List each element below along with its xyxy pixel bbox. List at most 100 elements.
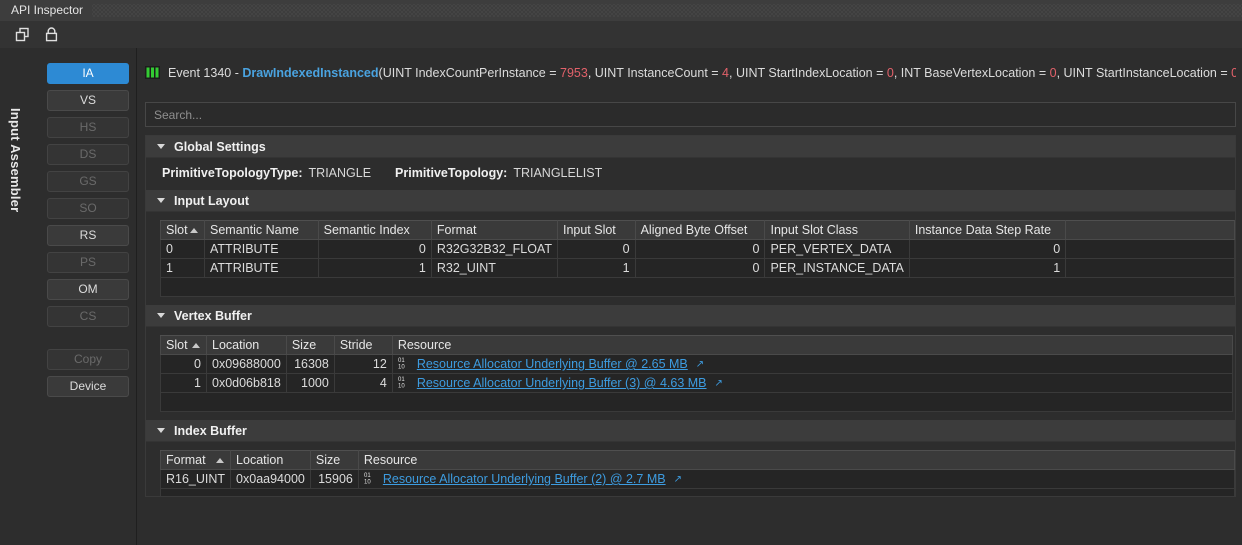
cell-stride: 4	[333, 373, 393, 393]
event-param-4: UINT StartInstanceLocation = 0	[1064, 66, 1236, 80]
param-value: 0	[1231, 65, 1236, 80]
svg-text:10: 10	[398, 384, 405, 389]
sidebar-item-ps: PS	[47, 252, 129, 273]
column-header-size[interactable]: Size	[309, 450, 359, 470]
search-input[interactable]	[145, 102, 1236, 127]
param-name: BaseVertexLocation	[924, 65, 1036, 80]
cell-location: 0x0aa94000	[230, 469, 311, 489]
table-row[interactable]: 1 ATTRIBUTE 1 R32_UINT 1 0 PER_INSTANCE_…	[159, 258, 1235, 278]
event-param-2: UINT StartIndexLocation = 0,	[736, 66, 901, 80]
cell-format: R16_UINT	[159, 469, 232, 489]
sidebar-item-om[interactable]: OM	[47, 279, 129, 300]
cell-resource: 01 10 Resource Allocator Underlying Buff…	[357, 469, 1235, 489]
param-eq: =	[1216, 65, 1232, 80]
section-title: Index Buffer	[174, 423, 247, 438]
cell-input-slot-class: PER_INSTANCE_DATA	[764, 258, 910, 278]
column-header-semantic-index[interactable]: Semantic Index	[317, 220, 432, 240]
table-row[interactable]: R16_UINT 0x0aa94000 15906 01 10 Resource…	[159, 469, 1235, 489]
table-row[interactable]: 1 0x0d06b818 1000 4 01 10 Resource Alloc…	[160, 373, 1233, 393]
cell-size: 1000	[285, 373, 335, 393]
external-link-icon[interactable]: ↗	[715, 378, 723, 389]
param-eq: =	[545, 65, 560, 80]
event-param-0: UINT IndexCountPerInstance = 7953,	[383, 66, 595, 80]
column-header-semantic-name[interactable]: Semantic Name	[204, 220, 319, 240]
section-body-input-layout: Slot Semantic Name Semantic Index Format…	[146, 212, 1235, 305]
section-header-vertex-buffer[interactable]: Vertex Buffer	[146, 305, 1235, 327]
table-row[interactable]: 0 ATTRIBUTE 0 R32G32B32_FLOAT 0 0 PER_VE…	[159, 239, 1235, 259]
index-buffer-table-wrap: Format Location Size Resource R16_UINT 0…	[146, 442, 1235, 496]
copy-button[interactable]	[12, 25, 32, 45]
section-header-input-layout[interactable]: Input Layout	[146, 190, 1235, 212]
cell-empty	[160, 488, 1235, 496]
titlebar-drag-grip[interactable]	[92, 4, 1242, 17]
primitive-topology-type-label: PrimitiveTopologyType:	[162, 166, 303, 180]
vertex-buffer-table: Slot Location Size Stride Resource 0 0x0…	[160, 335, 1233, 412]
param-name: InstanceCount	[627, 65, 708, 80]
cell-semantic-index: 1	[317, 258, 432, 278]
cell-format: R32_UINT	[430, 258, 558, 278]
column-header-filler[interactable]	[1065, 220, 1235, 240]
cell-slot: 0	[160, 354, 207, 374]
primitive-topology-label: PrimitiveTopology:	[395, 166, 508, 180]
cell-input-slot-class: PER_VERTEX_DATA	[764, 239, 910, 259]
column-header-format[interactable]: Format	[430, 220, 558, 240]
column-header-stride[interactable]: Stride	[333, 335, 393, 355]
svg-text:10: 10	[398, 365, 405, 370]
lock-button[interactable]	[41, 25, 61, 45]
column-header-location[interactable]: Location	[206, 335, 287, 355]
param-value: 0	[886, 65, 894, 80]
bar-chart-icon	[145, 66, 160, 79]
param-eq: =	[872, 65, 887, 80]
svg-text:01: 01	[364, 473, 371, 479]
param-type: UINT	[1063, 65, 1096, 80]
chevron-down-icon	[157, 428, 165, 433]
column-header-slot[interactable]: Slot	[159, 220, 206, 240]
section-body-index-buffer: Format Location Size Resource R16_UINT 0…	[146, 442, 1235, 496]
table-empty-row	[160, 488, 1235, 496]
cell-slot: 1	[159, 258, 206, 278]
table-row[interactable]: 0 0x09688000 16308 12 01 10 Resource All…	[160, 354, 1233, 374]
vertex-buffer-table-wrap: Slot Location Size Stride Resource 0 0x0…	[146, 327, 1235, 420]
external-link-icon[interactable]: ↗	[674, 474, 682, 485]
cell-aligned-byte-offset: 0	[634, 258, 766, 278]
chevron-down-icon	[157, 144, 165, 149]
column-header-location[interactable]: Location	[230, 450, 311, 470]
column-header-format[interactable]: Format	[159, 450, 232, 470]
sidebar-item-ia[interactable]: IA	[47, 63, 129, 84]
column-header-slot[interactable]: Slot	[160, 335, 207, 355]
resource-link[interactable]: Resource Allocator Underlying Buffer @ 2…	[417, 357, 688, 371]
cell-format: R32G32B32_FLOAT	[430, 239, 558, 259]
param-value: 0	[1049, 65, 1057, 80]
column-header-resource[interactable]: Resource	[357, 450, 1235, 470]
resource-link[interactable]: Resource Allocator Underlying Buffer (2)…	[383, 472, 666, 486]
sidebar-item-so: SO	[47, 198, 129, 219]
cell-input-slot: 1	[556, 258, 636, 278]
section-header-index-buffer[interactable]: Index Buffer	[146, 420, 1235, 442]
param-name: StartIndexLocation	[768, 65, 873, 80]
column-label: Slot	[166, 223, 188, 237]
resource-link[interactable]: Resource Allocator Underlying Buffer (3)…	[417, 376, 707, 390]
section-header-global-settings[interactable]: Global Settings	[146, 136, 1235, 158]
svg-text:01: 01	[398, 358, 405, 364]
external-link-icon[interactable]: ↗	[696, 359, 704, 370]
column-header-size[interactable]: Size	[285, 335, 335, 355]
sidebar-item-rs[interactable]: RS	[47, 225, 129, 246]
cell-aligned-byte-offset: 0	[634, 239, 766, 259]
inspector-scroll-panel[interactable]: Global Settings PrimitiveTopologyType: T…	[145, 135, 1236, 497]
section-title: Input Layout	[174, 193, 249, 208]
param-sep: ,	[729, 65, 736, 80]
column-header-resource[interactable]: Resource	[391, 335, 1233, 355]
cell-empty	[160, 277, 1235, 297]
column-header-instance-data-step-rate[interactable]: Instance Data Step Rate	[908, 220, 1067, 240]
pipeline-stage-sidebar: Input Assembler IA VS HS DS GS SO RS PS …	[0, 48, 137, 545]
column-header-aligned-byte-offset[interactable]: Aligned Byte Offset	[634, 220, 766, 240]
sidebar-item-vs[interactable]: VS	[47, 90, 129, 111]
cell-slot: 1	[160, 373, 207, 393]
column-header-input-slot-class[interactable]: Input Slot Class	[764, 220, 910, 240]
column-header-input-slot[interactable]: Input Slot	[556, 220, 636, 240]
resource-cell-content: 01 10 Resource Allocator Underlying Buff…	[398, 356, 1227, 372]
cell-filler	[1065, 239, 1235, 259]
main-content: Event 1340 - DrawIndexedInstanced(UINT I…	[138, 48, 1242, 545]
sidebar-item-device[interactable]: Device	[47, 376, 129, 397]
event-prefix: Event 1340 -	[168, 65, 243, 80]
